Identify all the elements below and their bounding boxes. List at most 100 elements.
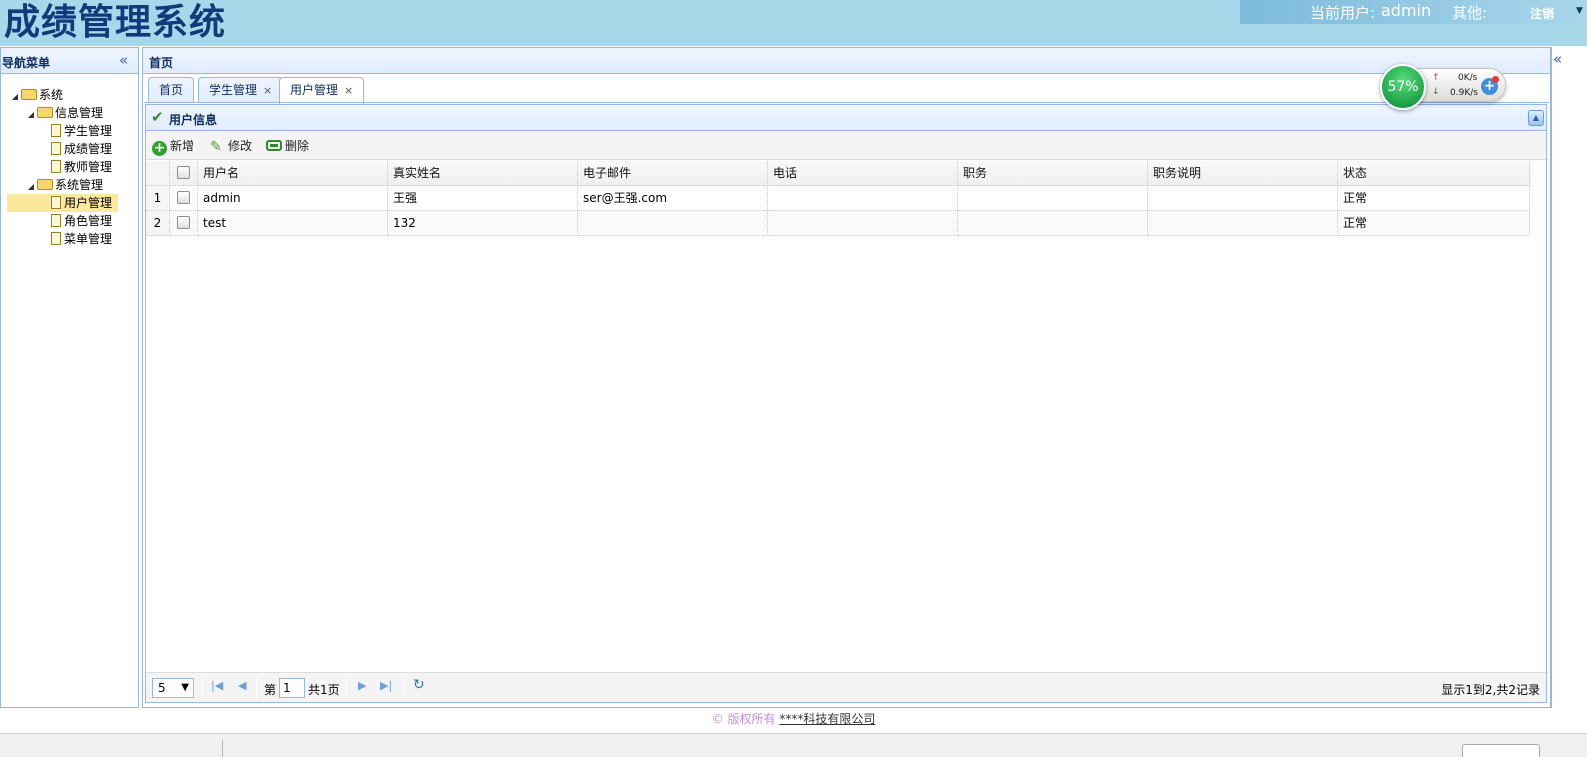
column-header[interactable]: 职务 (958, 161, 1148, 186)
tab-user-management[interactable]: 用户管理 × (279, 77, 365, 104)
cell-status: 正常 (1338, 211, 1530, 236)
tab-label: 首页 (159, 83, 184, 97)
column-header[interactable]: 职务说明 (1148, 161, 1338, 186)
network-speed-widget[interactable]: ↑ 0K/s ↓ 0.9K/s + 57% (1380, 64, 1507, 110)
tree-expand-icon[interactable]: ◢ (25, 106, 37, 124)
logout-link[interactable]: 注销 (1530, 5, 1554, 22)
collapse-left-icon[interactable]: « (119, 51, 128, 69)
table-row[interactable]: 2 test 132 正常 (146, 211, 1531, 236)
tabs-divider (144, 102, 1549, 103)
user-info-header: ✔ 用户信息 ▲ (146, 105, 1546, 131)
plus-icon: + (152, 140, 167, 156)
row-checkbox[interactable] (177, 216, 190, 229)
user-info-panel: ✔ 用户信息 ▲ + 新增 ✎ 修改 删除 用户名 真实姓名 电子邮件 电话 职务 … (145, 104, 1547, 703)
row-number: 1 (146, 186, 170, 211)
tree-item[interactable]: ◢ 系统 (9, 86, 63, 104)
add-button[interactable]: + 新增 (152, 137, 195, 156)
tree-item-label: 信息管理 (55, 106, 104, 120)
column-header[interactable]: 真实姓名 (388, 161, 578, 186)
footer: © 版权所有 ****科技有限公司 (0, 709, 1587, 733)
minus-icon (266, 140, 282, 151)
grid-toolbar: + 新增 ✎ 修改 删除 (146, 132, 1546, 160)
cell-position-desc (1148, 211, 1338, 236)
column-header[interactable]: 电子邮件 (578, 161, 768, 186)
tab-home[interactable]: 首页 (148, 77, 195, 103)
bottom-bar (0, 733, 1587, 757)
add-button-label: 新增 (170, 139, 195, 153)
cell-email (578, 211, 768, 236)
edit-button[interactable]: ✎ 修改 (210, 137, 252, 155)
column-header[interactable]: 电话 (768, 161, 958, 186)
tree-item[interactable]: 菜单管理 (39, 230, 112, 248)
cell-position-desc (1148, 186, 1338, 211)
last-page-icon[interactable]: ▶| (380, 679, 392, 692)
column-header[interactable]: 状态 (1338, 161, 1530, 186)
tab-label: 学生管理 (209, 83, 258, 97)
cell-phone (768, 186, 958, 211)
check-icon: ✔ (151, 108, 164, 126)
file-icon (51, 124, 61, 137)
tree-item-label: 学生管理 (64, 124, 113, 138)
cell-email: ser@王强.com (578, 186, 768, 211)
center-title: 首页 (149, 56, 174, 70)
user-info-title: 用户信息 (169, 113, 218, 127)
column-header[interactable]: 用户名 (198, 161, 388, 186)
file-icon (51, 196, 61, 209)
refresh-icon[interactable]: ↻ (413, 677, 425, 693)
cell-phone (768, 211, 958, 236)
tab-student-management[interactable]: 学生管理 × (198, 77, 284, 103)
tree-item[interactable]: ◢ 信息管理 (25, 104, 103, 122)
pager-separator (403, 678, 404, 698)
tree-item[interactable]: 教师管理 (39, 158, 112, 176)
file-icon (51, 232, 61, 245)
prev-page-icon[interactable]: ◀ (238, 679, 246, 692)
app-title: 成绩管理系统 (4, 1, 227, 43)
cell-username: admin (198, 186, 388, 211)
app-header: 成绩管理系统 当前用户: admin 其他: 注销 ▼ (0, 0, 1587, 46)
nav-header: 导航菜单 « (1, 48, 138, 74)
delete-button[interactable]: 删除 (266, 137, 309, 155)
copyright-text: © 版权所有 (711, 712, 776, 726)
page-total: 共1页 (308, 683, 340, 697)
tree-item[interactable]: 学生管理 (39, 122, 112, 140)
tab-label: 用户管理 (290, 83, 339, 97)
tree-item[interactable]: 角色管理 (39, 212, 112, 230)
cell-status: 正常 (1338, 186, 1530, 211)
chevron-down-icon[interactable]: ▼ (1576, 6, 1583, 16)
pager-separator (202, 678, 203, 698)
first-page-icon[interactable]: |◀ (211, 679, 223, 692)
collapse-up-icon[interactable]: ▲ (1528, 110, 1544, 126)
company-link[interactable]: ****科技有限公司 (779, 712, 875, 726)
cell-real-name: 王强 (388, 186, 578, 211)
tree-item-label: 菜单管理 (64, 232, 113, 246)
expand-right-icon[interactable]: « (1553, 50, 1562, 68)
bottom-tab-button[interactable] (1462, 744, 1540, 757)
row-checkbox-cell (170, 186, 198, 211)
page-size-select[interactable]: 5 ▼ (152, 678, 194, 698)
tree-item-label: 系统管理 (55, 178, 104, 192)
east-panel-collapsed (1551, 47, 1587, 708)
tree-expand-icon[interactable]: ◢ (9, 88, 21, 106)
arrow-down-icon: ↓ (1432, 87, 1440, 97)
page-number-input[interactable]: 1 (279, 678, 305, 698)
close-icon[interactable]: × (263, 84, 272, 97)
tree-item[interactable]: 用户管理 (7, 194, 119, 212)
cell-position (958, 186, 1148, 211)
row-number: 2 (146, 211, 170, 236)
tree-item[interactable]: ◢ 系统管理 (25, 176, 103, 194)
next-page-icon[interactable]: ▶ (358, 679, 366, 692)
pager-separator (256, 678, 257, 698)
notification-dot (1492, 76, 1499, 83)
cell-username: test (198, 211, 388, 236)
file-icon (51, 142, 61, 155)
pager-separator (346, 678, 347, 698)
usage-percent: 57% (1380, 64, 1426, 110)
select-all-checkbox[interactable] (177, 166, 190, 179)
row-checkbox[interactable] (177, 191, 190, 204)
folder-icon (37, 179, 53, 190)
tree-item-label: 角色管理 (64, 214, 113, 228)
tree-item[interactable]: 成绩管理 (39, 140, 112, 158)
tree-item-label: 成绩管理 (64, 142, 113, 156)
table-row[interactable]: 1 admin 王强 ser@王强.com 正常 (146, 186, 1531, 211)
close-icon[interactable]: × (344, 84, 353, 97)
